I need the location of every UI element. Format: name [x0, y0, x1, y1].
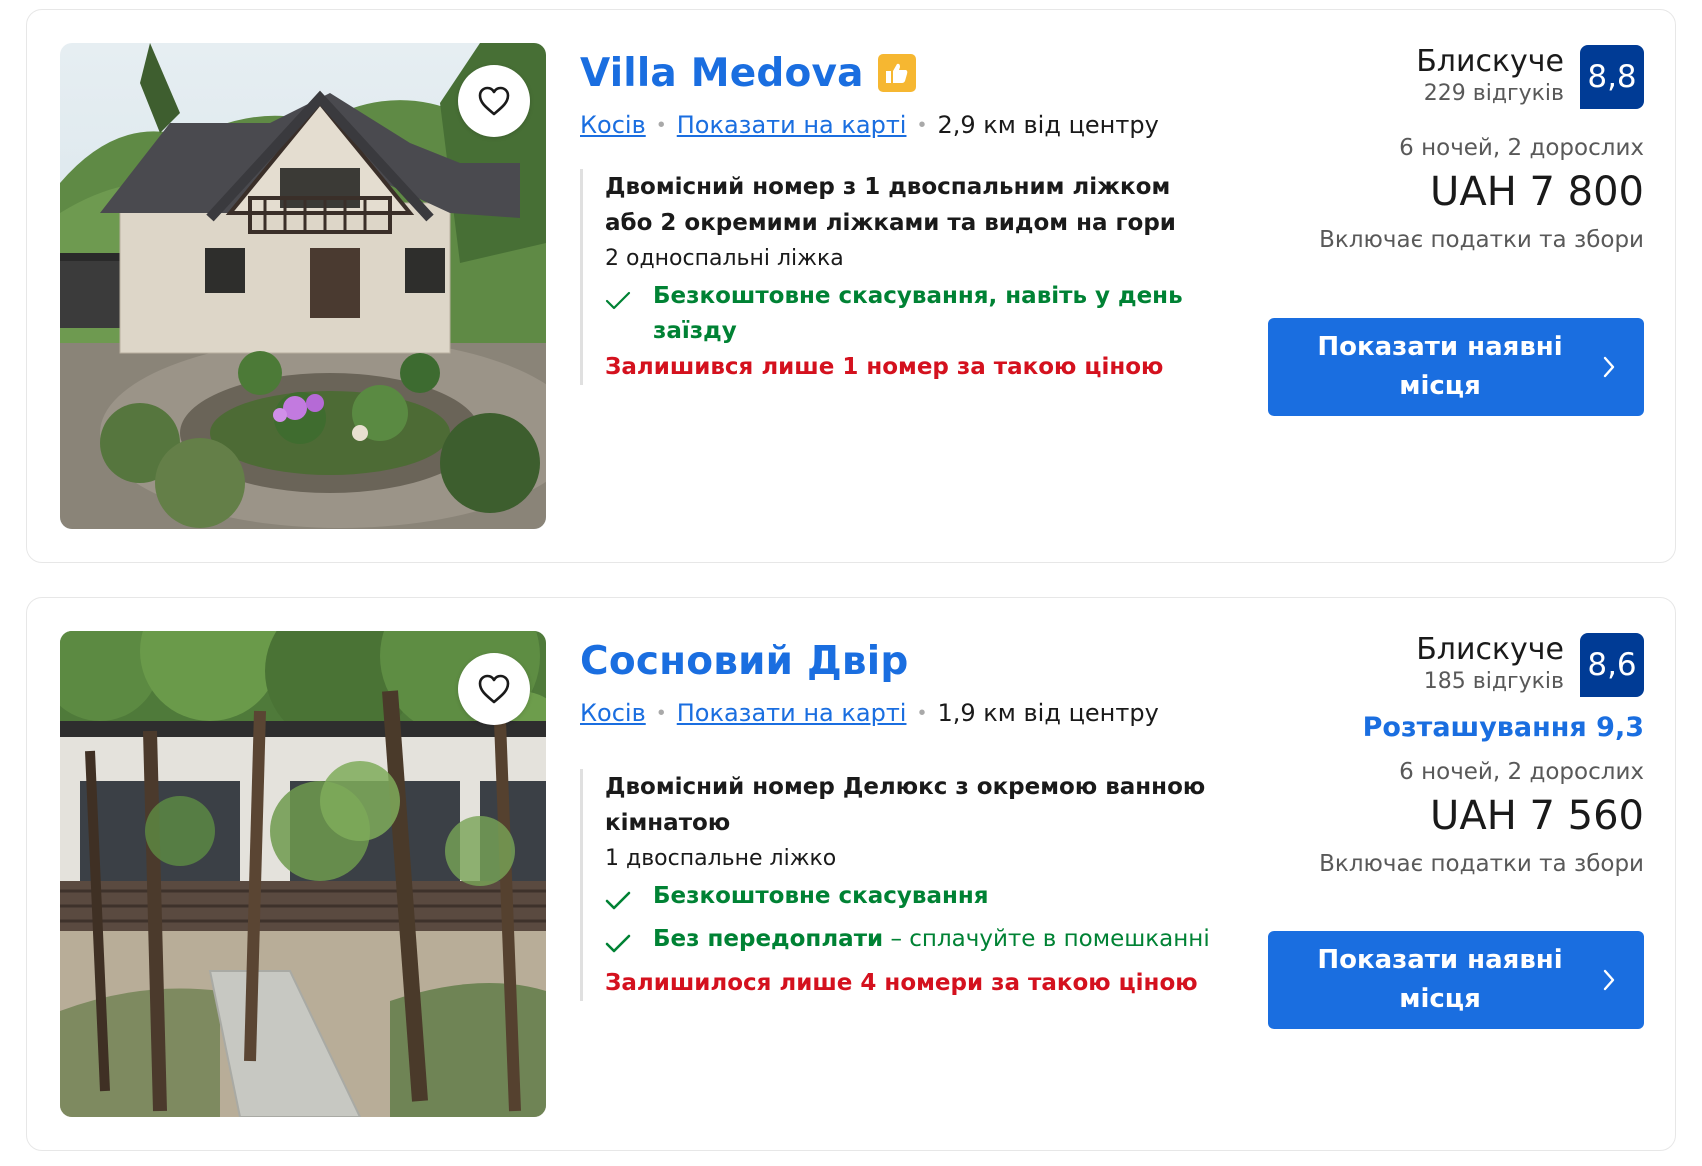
review-score-badge[interactable]: 8,8	[1580, 45, 1644, 109]
checkmark-icon	[605, 891, 631, 910]
heart-outline-icon	[478, 674, 510, 704]
separator-dot: •	[918, 701, 926, 724]
show-on-map-link[interactable]: Показати на карті	[677, 111, 907, 139]
review-count[interactable]: 185 відгуків	[1416, 667, 1564, 697]
favorite-button[interactable]	[458, 65, 530, 137]
show-availability-button[interactable]: Показати наявні місця	[1268, 318, 1644, 416]
separator-dot: •	[918, 113, 926, 136]
city-link[interactable]: Косів	[580, 111, 646, 139]
stay-summary: 6 ночей, 2 дорослих	[1399, 759, 1644, 785]
thumbs-up-icon	[877, 54, 916, 92]
scarcity-message: Залишився лише 1 номер за такою ціною	[605, 354, 1164, 380]
price: UAH 7 560	[1430, 793, 1644, 839]
review-score-word[interactable]: Блискуче	[1416, 633, 1564, 667]
bed-info: 1 двоспальне ліжко	[605, 846, 837, 871]
button-label: Показати наявні місця	[1317, 332, 1563, 401]
separator-dot: •	[657, 701, 665, 724]
feature-free-cancellation: Безкоштовне скасування	[605, 879, 1220, 922]
taxes-note: Включає податки та збори	[1319, 227, 1644, 253]
stay-summary: 6 ночей, 2 дорослих	[1399, 135, 1644, 161]
room-details: Двомісний номер Делюкс з окремою ванною …	[580, 769, 1220, 1001]
checkmark-icon	[605, 291, 631, 310]
price: UAH 7 800	[1430, 169, 1644, 215]
property-title[interactable]: Villa Medova	[580, 51, 864, 96]
chevron-right-icon	[1603, 969, 1615, 991]
price-column: Блискуче 185 відгуків 8,6 Розташування 9…	[1264, 633, 1644, 881]
price-column: Блискуче 229 відгуків 8,8 6 ночей, 2 дор…	[1264, 45, 1644, 257]
button-label: Показати наявні місця	[1317, 945, 1563, 1014]
favorite-button[interactable]	[458, 653, 530, 725]
room-title: Двомісний номер Делюкс з окремою ванною …	[605, 774, 1206, 836]
separator-dot: •	[657, 113, 665, 136]
distance-text: 2,9 км від центру	[937, 111, 1159, 139]
property-title[interactable]: Сосновий Двір	[580, 639, 908, 684]
scarcity-message: Залишилося лише 4 номери за такою ціною	[605, 970, 1198, 996]
feature-text-bold: Без передоплати	[653, 926, 884, 952]
review-score-word[interactable]: Блискуче	[1416, 45, 1564, 79]
review-score-badge[interactable]: 8,6	[1580, 633, 1644, 697]
show-on-map-link[interactable]: Показати на карті	[677, 699, 907, 727]
city-link[interactable]: Косів	[580, 699, 646, 727]
feature-text: Безкоштовне скасування, навіть у день за…	[653, 283, 1183, 344]
taxes-note: Включає податки та збори	[1319, 851, 1644, 877]
review-count[interactable]: 229 відгуків	[1416, 79, 1564, 109]
property-info: Villa Medova Косів • Показати на карті •…	[580, 43, 1280, 385]
checkmark-icon	[605, 934, 631, 953]
feature-text: Безкоштовне скасування	[653, 883, 989, 909]
property-card: Villa Medova Косів • Показати на карті •…	[26, 9, 1676, 563]
heart-outline-icon	[478, 86, 510, 116]
bed-info: 2 односпальні ліжка	[605, 246, 844, 271]
room-title: Двомісний номер з 1 двоспальним ліжком а…	[605, 174, 1176, 236]
property-card: Сосновий Двір Косів • Показати на карті …	[26, 597, 1676, 1151]
feature-free-cancellation: Безкоштовне скасування, навіть у день за…	[605, 279, 1220, 349]
show-availability-button[interactable]: Показати наявні місця	[1268, 931, 1644, 1029]
feature-no-prepayment: Без передоплати – сплачуйте в помешканні	[605, 922, 1220, 965]
feature-text-rest: – сплачуйте в помешканні	[883, 926, 1210, 952]
chevron-right-icon	[1603, 356, 1615, 378]
distance-text: 1,9 км від центру	[937, 699, 1159, 727]
property-info: Сосновий Двір Косів • Показати на карті …	[580, 631, 1280, 1001]
room-details: Двомісний номер з 1 двоспальним ліжком а…	[580, 169, 1220, 385]
location-score[interactable]: Розташування 9,3	[1264, 711, 1644, 745]
